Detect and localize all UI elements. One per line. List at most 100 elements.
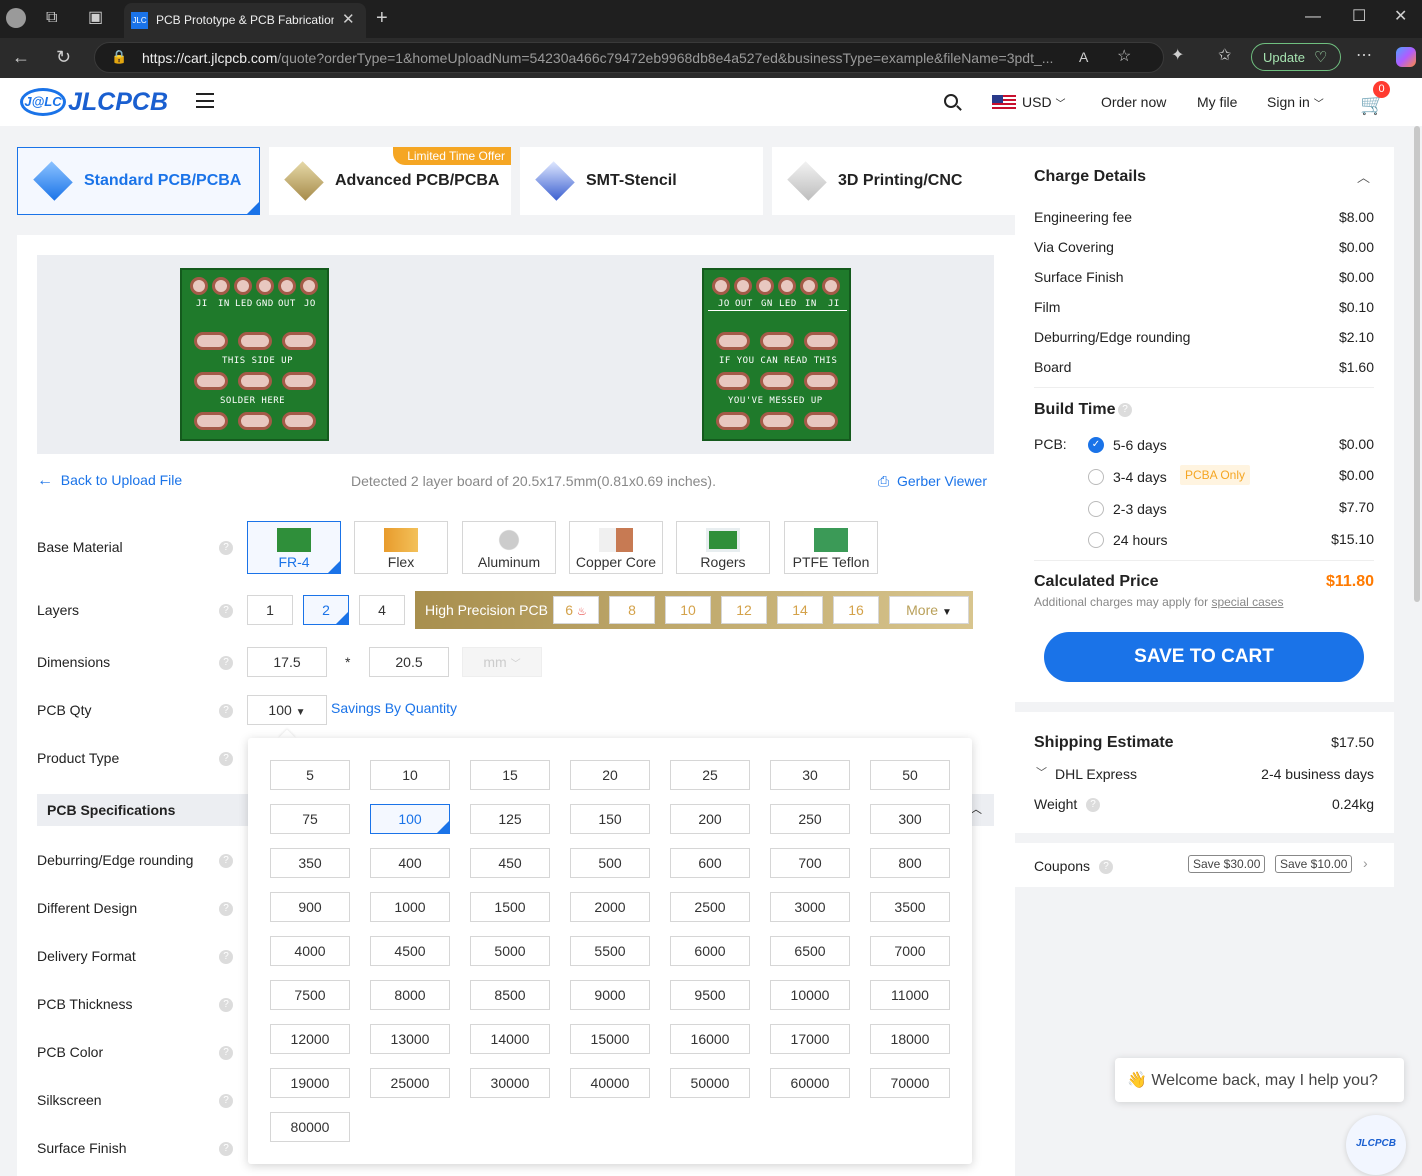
help-icon[interactable]: ? (219, 704, 233, 718)
hp-layer-10[interactable]: 10 (665, 596, 711, 624)
hp-layer-16[interactable]: 16 (833, 596, 879, 624)
back-icon[interactable]: ← (12, 48, 30, 66)
material-copper-core[interactable]: Copper Core (569, 521, 663, 574)
page-scrollbar[interactable] (1414, 126, 1420, 602)
qty-option-19000[interactable]: 19000 (270, 1068, 350, 1098)
update-button[interactable]: Update ♡ (1251, 43, 1341, 71)
qty-option-12000[interactable]: 12000 (270, 1024, 350, 1054)
maximize-icon[interactable]: ☐ (1352, 9, 1366, 25)
back-to-upload-link[interactable]: ← Back to Upload File (37, 472, 182, 490)
read-aloud-icon[interactable]: A (1079, 50, 1088, 64)
qty-option-16000[interactable]: 16000 (670, 1024, 750, 1054)
logo[interactable]: J@LC JLCPCB (20, 84, 172, 120)
qty-option-25000[interactable]: 25000 (370, 1068, 450, 1098)
layer-option-4[interactable]: 4 (359, 595, 405, 625)
qty-option-30000[interactable]: 30000 (470, 1068, 550, 1098)
pcb-qty-select[interactable]: 100 ▼ (247, 695, 327, 725)
help-icon[interactable]: ? (219, 1046, 233, 1060)
chat-bubble-button[interactable]: JLCPCB (1346, 1115, 1406, 1175)
help-icon[interactable]: ? (219, 902, 233, 916)
chat-welcome-popup[interactable]: 👋 Welcome back, may I help you? (1115, 1058, 1404, 1102)
tab-advanced-pcb[interactable]: Advanced PCB/PCBA Limited Time Offer (269, 147, 511, 215)
qty-option-3500[interactable]: 3500 (870, 892, 950, 922)
qty-option-4500[interactable]: 4500 (370, 936, 450, 966)
qty-option-300[interactable]: 300 (870, 804, 950, 834)
more-menu-icon[interactable]: ⋯ (1356, 48, 1372, 64)
qty-option-350[interactable]: 350 (270, 848, 350, 878)
help-icon[interactable]: ? (1086, 798, 1100, 812)
help-icon[interactable]: ? (219, 854, 233, 868)
qty-option-50000[interactable]: 50000 (670, 1068, 750, 1098)
sign-in-menu[interactable]: Sign in ﹀ (1267, 94, 1324, 110)
qty-option-7500[interactable]: 7500 (270, 980, 350, 1010)
layer-option-2[interactable]: 2 (303, 595, 349, 625)
qty-option-70000[interactable]: 70000 (870, 1068, 950, 1098)
qty-option-5000[interactable]: 5000 (470, 936, 550, 966)
material-flex[interactable]: Flex (354, 521, 448, 574)
special-cases-link[interactable]: special cases (1211, 595, 1283, 609)
url-field[interactable]: 🔒 https://cart.jlcpcb.com/quote?orderTyp… (94, 42, 1164, 73)
qty-option-150[interactable]: 150 (570, 804, 650, 834)
tab-standard-pcb[interactable]: Standard PCB/PCBA (17, 147, 260, 215)
qty-option-30[interactable]: 30 (770, 760, 850, 790)
qty-option-80000[interactable]: 80000 (270, 1112, 350, 1142)
material-aluminum[interactable]: Aluminum (462, 521, 556, 574)
hp-layer-8[interactable]: 8 (609, 596, 655, 624)
qty-option-900[interactable]: 900 (270, 892, 350, 922)
qty-option-250[interactable]: 250 (770, 804, 850, 834)
help-icon[interactable]: ? (219, 1094, 233, 1108)
extensions-icon[interactable]: ✦ (1171, 48, 1184, 64)
tab-3d-printing[interactable]: 3D Printing/CNC (772, 147, 1015, 215)
qty-option-17000[interactable]: 17000 (770, 1024, 850, 1054)
build-radio-2-3[interactable] (1088, 501, 1104, 517)
qty-option-2500[interactable]: 2500 (670, 892, 750, 922)
qty-option-125[interactable]: 125 (470, 804, 550, 834)
material-rogers[interactable]: Rogers (676, 521, 770, 574)
help-icon[interactable]: ? (1118, 403, 1132, 417)
qty-option-40000[interactable]: 40000 (570, 1068, 650, 1098)
hp-layer-14[interactable]: 14 (777, 596, 823, 624)
copilot-icon[interactable] (1396, 47, 1416, 67)
help-icon[interactable]: ? (219, 604, 233, 618)
qty-option-9500[interactable]: 9500 (670, 980, 750, 1010)
help-icon[interactable]: ? (1099, 860, 1113, 874)
new-tab-icon[interactable]: + (376, 8, 388, 28)
qty-option-500[interactable]: 500 (570, 848, 650, 878)
qty-option-200[interactable]: 200 (670, 804, 750, 834)
chevron-down-icon[interactable]: ﹀ (1036, 764, 1047, 780)
qty-option-10000[interactable]: 10000 (770, 980, 850, 1010)
favorite-star-icon[interactable]: ☆ (1117, 49, 1131, 65)
qty-option-11000[interactable]: 11000 (870, 980, 950, 1010)
my-file-link[interactable]: My file (1197, 94, 1237, 110)
qty-option-50[interactable]: 50 (870, 760, 950, 790)
qty-option-10[interactable]: 10 (370, 760, 450, 790)
tab-close-icon[interactable]: ✕ (342, 12, 355, 27)
qty-option-2000[interactable]: 2000 (570, 892, 650, 922)
currency-select[interactable]: USD ﹀ (1022, 94, 1065, 110)
help-icon[interactable]: ? (219, 1142, 233, 1156)
profile-icon[interactable] (6, 8, 26, 28)
qty-option-800[interactable]: 800 (870, 848, 950, 878)
save-to-cart-button[interactable]: SAVE TO CART (1044, 632, 1364, 682)
favorites-icon[interactable]: ✩ (1218, 48, 1231, 64)
help-icon[interactable]: ? (219, 950, 233, 964)
qty-option-14000[interactable]: 14000 (470, 1024, 550, 1054)
qty-option-450[interactable]: 450 (470, 848, 550, 878)
unit-select[interactable]: mm ﹀ (462, 647, 542, 677)
qty-option-75[interactable]: 75 (270, 804, 350, 834)
build-radio-24h[interactable] (1088, 532, 1104, 548)
refresh-icon[interactable]: ↻ (56, 48, 71, 66)
more-layers-button[interactable]: More ▼ (889, 596, 969, 624)
chevron-right-icon[interactable]: › (1363, 855, 1368, 871)
qty-option-15[interactable]: 15 (470, 760, 550, 790)
height-input[interactable]: 20.5 (369, 647, 449, 677)
qty-option-8500[interactable]: 8500 (470, 980, 550, 1010)
qty-option-13000[interactable]: 13000 (370, 1024, 450, 1054)
qty-option-700[interactable]: 700 (770, 848, 850, 878)
build-radio-5-6[interactable]: ✓ (1088, 437, 1104, 453)
carrier-name[interactable]: DHL Express (1055, 766, 1137, 782)
browser-tab[interactable]: JLC PCB Prototype & PCB Fabrication ✕ (124, 3, 366, 38)
qty-option-9000[interactable]: 9000 (570, 980, 650, 1010)
hp-layer-6[interactable]: 6 ♨ (553, 596, 599, 624)
gerber-viewer-link[interactable]: ⎙ Gerber Viewer (878, 473, 987, 490)
